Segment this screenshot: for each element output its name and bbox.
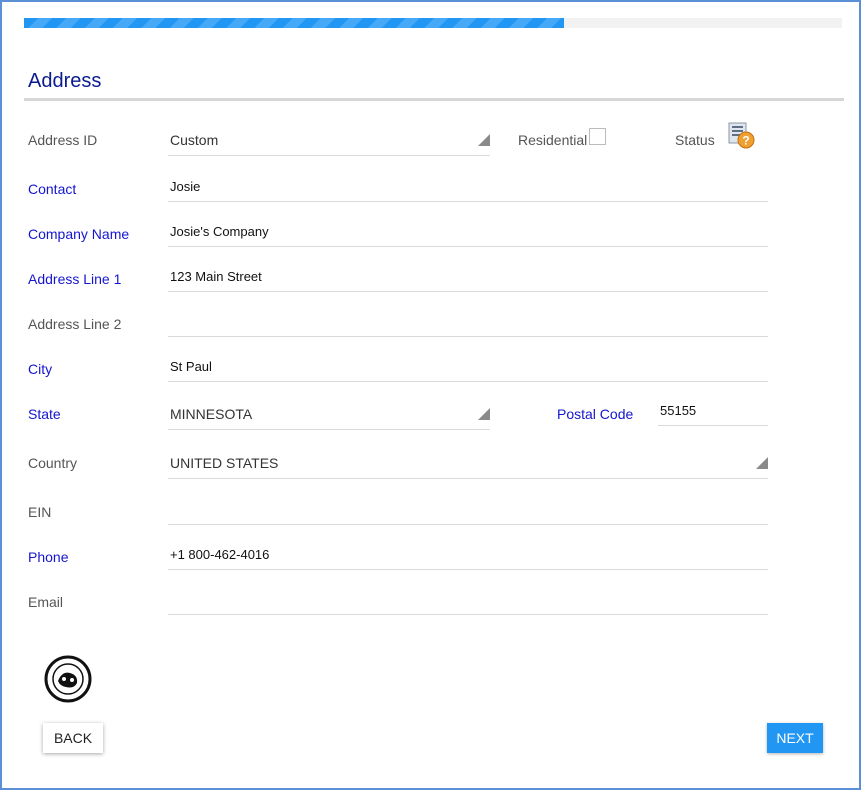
address-line1-label: Address Line 1 (28, 271, 122, 287)
postal-code-field-wrap (658, 396, 772, 426)
company-name-field-wrap (168, 217, 772, 247)
ein-field-wrap (168, 495, 772, 525)
status-report-icon[interactable]: ? (728, 122, 756, 150)
ein-label: EIN (28, 504, 52, 520)
email-field-wrap (168, 585, 772, 615)
company-name-label: Company Name (28, 226, 130, 242)
city-input[interactable] (168, 355, 772, 377)
address-id-select[interactable]: Custom (168, 124, 490, 156)
contact-input[interactable] (168, 175, 772, 197)
progress-bar (24, 18, 842, 28)
postal-code-label: Postal Code (557, 406, 634, 422)
phone-input[interactable] (168, 543, 772, 565)
address-line1-input[interactable] (168, 265, 772, 287)
dialog-frame (0, 0, 861, 790)
city-field-wrap (168, 352, 772, 382)
address-id-value: Custom (170, 132, 219, 148)
residential-checkbox[interactable] (589, 128, 606, 145)
postal-code-input[interactable] (658, 399, 772, 421)
contact-field-wrap (168, 172, 772, 202)
status-label: Status (675, 132, 715, 148)
country-select[interactable]: UNITED STATES (168, 447, 768, 479)
city-label: City (28, 361, 53, 377)
residential-label: Residential (518, 132, 588, 148)
company-logo (44, 655, 92, 703)
state-value: MINNESOTA (170, 406, 253, 422)
dropdown-arrow-icon (478, 408, 490, 420)
state-select[interactable]: MINNESOTA (168, 398, 490, 430)
svg-text:?: ? (742, 134, 749, 148)
back-button[interactable]: BACK (43, 723, 103, 753)
dropdown-arrow-icon (756, 457, 768, 469)
contact-label: Contact (28, 181, 77, 197)
company-name-input[interactable] (168, 220, 772, 242)
progress-bar-fill (24, 18, 564, 28)
phone-label: Phone (28, 549, 69, 565)
address-line2-field-wrap (168, 307, 772, 337)
section-title: Address (28, 70, 102, 92)
address-line2-input[interactable] (168, 310, 772, 332)
next-button[interactable]: NEXT (767, 723, 823, 753)
country-value: UNITED STATES (170, 455, 279, 471)
email-label: Email (28, 594, 64, 610)
phone-field-wrap (168, 540, 772, 570)
email-input[interactable] (168, 588, 772, 610)
section-divider (24, 98, 844, 101)
dropdown-arrow-icon (478, 134, 490, 146)
address-id-label: Address ID (28, 132, 98, 148)
state-label: State (28, 406, 61, 422)
address-line2-label: Address Line 2 (28, 316, 122, 332)
country-label: Country (28, 455, 78, 471)
address-line1-field-wrap (168, 262, 772, 292)
ein-input[interactable] (168, 498, 772, 520)
